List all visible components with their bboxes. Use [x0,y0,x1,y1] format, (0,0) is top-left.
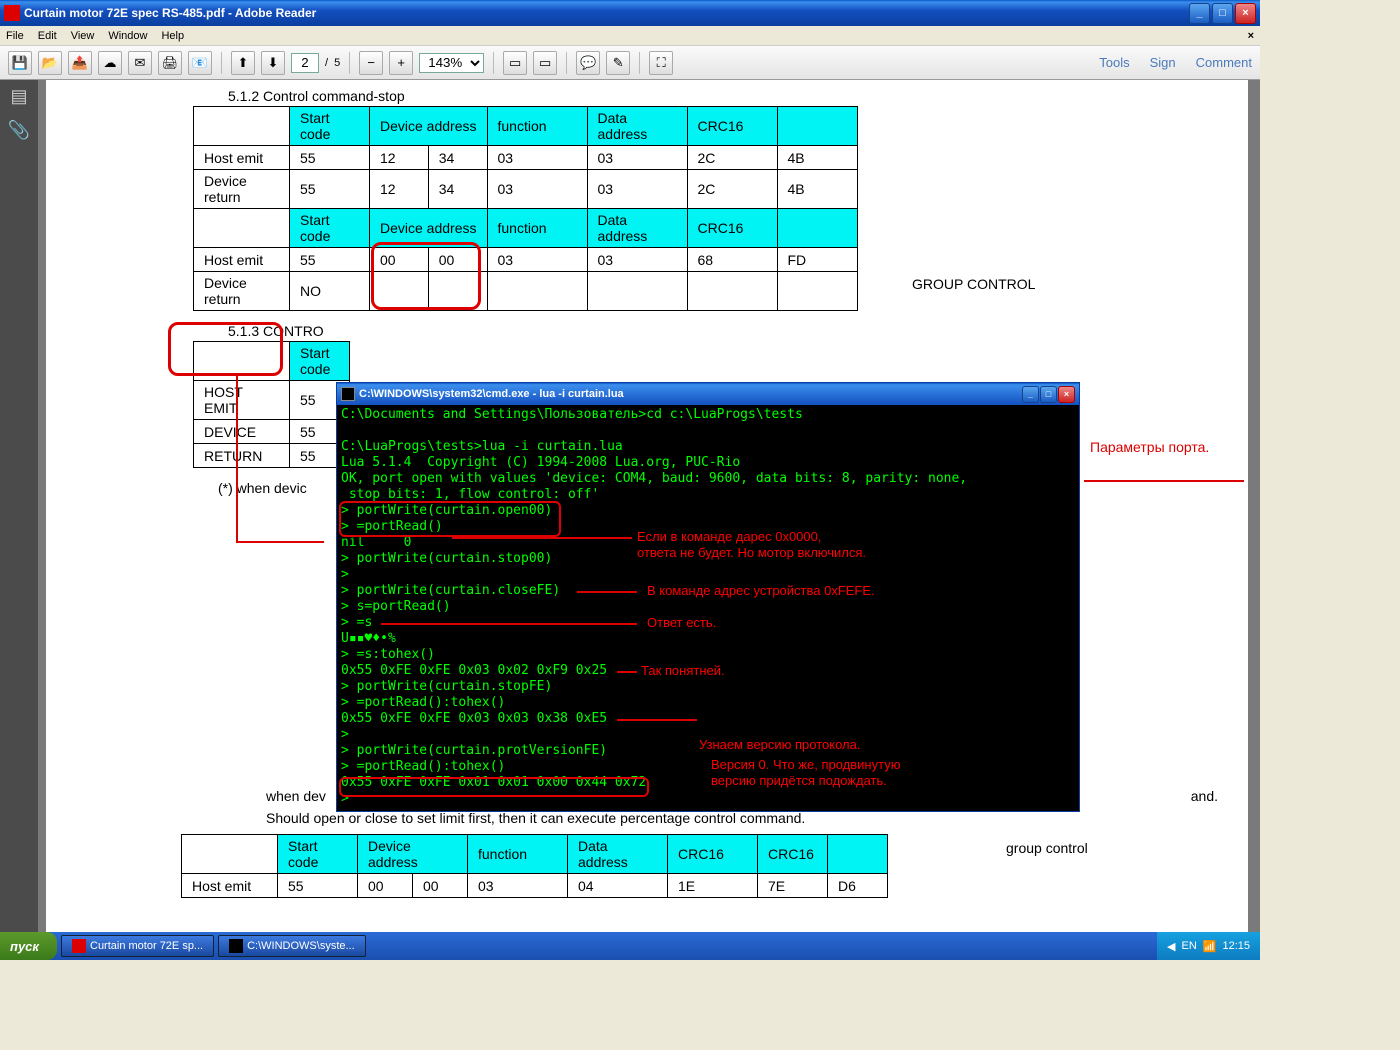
save-icon[interactable]: 💾 [8,51,32,75]
menubar: File Edit View Window Help × [0,26,1260,46]
tray-net-icon[interactable]: 📶 [1203,940,1217,953]
annline-5 [617,719,697,721]
page-total: 5 [334,57,340,69]
system-tray[interactable]: ◀ EN 📶 12:15 [1157,932,1260,960]
ann3: Ответ есть. [647,615,716,631]
page-input[interactable] [291,53,319,73]
task-cmd[interactable]: C:\WINDOWS\syste... [218,935,366,957]
annline-4 [617,671,637,673]
workspace: ▤ 📎 5.1.2 Control command-stop Start cod… [0,80,1260,932]
app-icon [4,5,20,21]
annline-3 [381,623,637,625]
cmd-close-button[interactable]: × [1058,386,1075,403]
tray-clock: 12:15 [1222,940,1250,952]
page-sep: / [325,57,328,69]
note4: Should open or close to set limit first,… [266,810,805,826]
note2: when dev [266,788,326,804]
menu-edit[interactable]: Edit [38,30,57,42]
print-icon[interactable]: 🖨 [158,51,182,75]
menu-file[interactable]: File [6,30,24,42]
group-control-2: group control [1006,840,1088,856]
sidebar: ▤ 📎 [0,80,38,932]
cmd-min-button[interactable]: _ [1022,386,1039,403]
section-513: 5.1.3 CONTRO [228,323,1236,339]
ann6a: Версия 0. Что же, продвинутую [711,757,900,773]
comment-icon[interactable]: 💬 [576,51,600,75]
table-percent: Start codeDevice addressfunctionData add… [181,834,888,898]
red-connector-2 [236,541,324,543]
cmd-titlebar[interactable]: C:\WINDOWS\system32\cmd.exe - lua -i cur… [337,383,1079,405]
tool-b-icon[interactable]: ▭ [533,51,557,75]
tools-link[interactable]: Tools [1099,55,1129,70]
red-highlight-devaddr [371,242,481,310]
menu-window[interactable]: Window [108,30,147,42]
red-params-line [1084,480,1244,482]
taskbar: пуск Curtain motor 72E sp... C:\WINDOWS\… [0,932,1260,960]
ann4: Так понятней. [641,663,725,679]
tray-lang-icon[interactable]: EN [1181,940,1196,952]
red-box-0x00 [339,777,649,797]
window-title: Curtain motor 72E spec RS-485.pdf - Adob… [24,6,1189,20]
doc-close-icon[interactable]: × [1248,30,1254,42]
minimize-button[interactable]: _ [1189,3,1210,24]
attachments-icon[interactable]: 📎 [6,120,32,146]
section-512: 5.1.2 Control command-stop [228,88,1236,104]
ann5: Узнаем версию протокола. [699,737,860,753]
ann1b: ответа не будет. Но мотор включился. [637,545,866,561]
open-icon[interactable]: 📂 [38,51,62,75]
close-button[interactable]: × [1235,3,1256,24]
menu-help[interactable]: Help [161,30,184,42]
send-icon[interactable]: 📧 [188,51,212,75]
mail-icon[interactable]: ✉ [128,51,152,75]
start-button[interactable]: пуск [0,932,57,960]
ann2: В команде адрес устройства 0xFEFE. [647,583,875,599]
annline-2 [577,591,637,593]
sign-link[interactable]: Sign [1150,55,1176,70]
ann1a: Если в команде дарес 0x0000, [637,529,822,545]
cloud-icon[interactable]: ☁ [98,51,122,75]
cmd-icon [341,387,355,401]
highlight-icon[interactable]: ✎ [606,51,630,75]
ann6b: версию придётся подождать. [711,773,887,789]
zoom-out-icon[interactable]: − [359,51,383,75]
cmd-window: C:\WINDOWS\system32\cmd.exe - lua -i cur… [336,382,1080,812]
next-page-icon[interactable]: ⬇ [261,51,285,75]
tray-icon[interactable]: ◀ [1167,940,1175,953]
cmd-output[interactable]: C:\Documents and Settings\Пользователь>c… [337,405,1079,811]
cmd-title: C:\WINDOWS\system32\cmd.exe - lua -i cur… [359,388,624,400]
export-icon[interactable]: 📤 [68,51,92,75]
group-control-label: GROUP CONTROL [912,276,1035,292]
tool-a-icon[interactable]: ▭ [503,51,527,75]
comment-link[interactable]: Comment [1196,55,1252,70]
menu-view[interactable]: View [71,30,95,42]
zoom-in-icon[interactable]: + [389,51,413,75]
task-reader[interactable]: Curtain motor 72E sp... [61,935,214,957]
cmd-max-button[interactable]: □ [1040,386,1057,403]
red-highlight-devreturn [168,322,283,376]
ann-params-1: Параметры порта. [1090,439,1209,455]
red-connector-1 [236,376,238,542]
red-box-open00 [339,501,561,537]
zoom-select[interactable]: 143% [419,53,484,73]
maximize-button[interactable]: □ [1212,3,1233,24]
fullscreen-icon[interactable]: ⛶ [649,51,673,75]
note3: and. [1191,788,1218,804]
annline-1 [452,537,632,539]
thumbnails-icon[interactable]: ▤ [6,86,32,112]
main-titlebar: Curtain motor 72E spec RS-485.pdf - Adob… [0,0,1260,26]
table-stop: Start codeDevice addressfunctionData add… [193,106,858,311]
toolbar: 💾 📂 📤 ☁ ✉ 🖨 📧 ⬆ ⬇ / 5 − + 143% ▭ ▭ 💬 ✎ ⛶… [0,46,1260,80]
prev-page-icon[interactable]: ⬆ [231,51,255,75]
